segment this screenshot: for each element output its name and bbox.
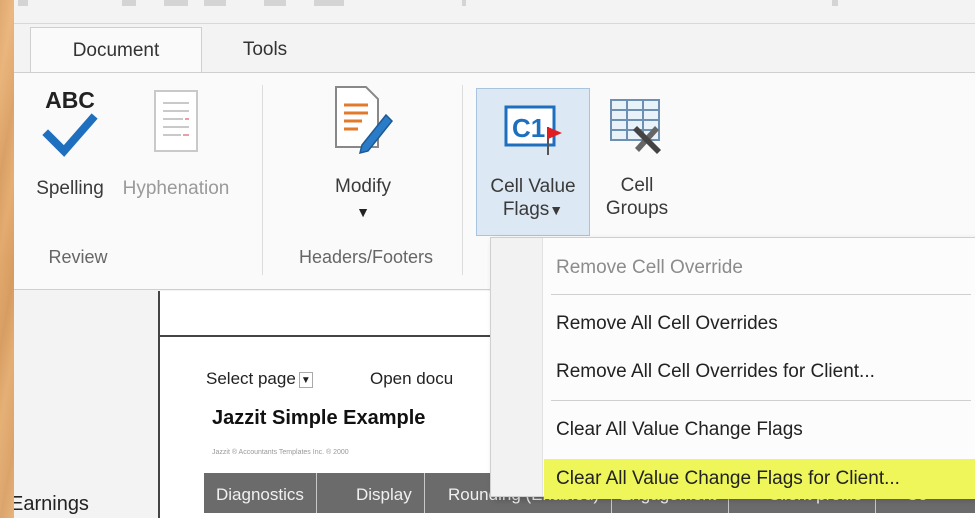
svg-text:C1: C1: [512, 113, 545, 143]
menu-icon-gutter: [491, 238, 543, 496]
select-page-dropdown[interactable]: Select page ▼: [206, 369, 313, 389]
spelling-button[interactable]: ABC Spelling: [20, 83, 120, 233]
quick-access-icon[interactable]: [164, 0, 188, 6]
earnings-label: Earnings: [14, 493, 89, 515]
quick-access-toolbar: [14, 0, 975, 24]
quick-access-icon[interactable]: [832, 0, 838, 6]
cell-value-flags-label-line2: Flags▼: [502, 199, 564, 220]
spelling-icon: ABC: [20, 83, 120, 165]
select-page-label: Select page: [206, 369, 296, 388]
application-window: Document Tools ABC Spelling Hyphenation …: [14, 0, 975, 518]
hyphenation-label: Hyphenation: [122, 178, 230, 199]
cell-value-flags-button[interactable]: C1 Cell Value Flags▼: [476, 88, 590, 236]
nav-item-diagnostics[interactable]: Diagnostics: [204, 473, 317, 513]
quick-access-icon[interactable]: [462, 0, 466, 6]
menu-item-remove-all-cell-overrides-for-client[interactable]: Remove All Cell Overrides for Client...: [544, 352, 975, 392]
menu-item-clear-all-value-change-flags[interactable]: Clear All Value Change Flags: [544, 410, 975, 450]
document-title: Jazzit Simple Example: [212, 407, 426, 429]
cell-groups-label-line1: Cell: [620, 175, 654, 196]
group-separator: [462, 85, 463, 275]
menu-item-clear-all-value-change-flags-for-client[interactable]: Clear All Value Change Flags for Client.…: [544, 459, 975, 499]
group-label-review: Review: [48, 247, 108, 267]
menu-separator: [551, 400, 971, 401]
copyright-text: Jazzit ® Accountants Templates Inc. ® 20…: [212, 449, 349, 456]
menu-item-remove-all-cell-overrides[interactable]: Remove All Cell Overrides: [544, 304, 975, 344]
cell-groups-label-line2: Groups: [605, 198, 669, 219]
quick-access-icon[interactable]: [204, 0, 226, 6]
cell-value-flags-label-line1: Cell Value: [490, 176, 576, 197]
tab-document[interactable]: Document: [30, 27, 202, 73]
quick-access-icon[interactable]: [264, 0, 286, 6]
nav-item-display[interactable]: Display: [344, 473, 425, 513]
quick-access-icon[interactable]: [314, 0, 344, 6]
spelling-icon-text: ABC: [45, 87, 95, 113]
spelling-label: Spelling: [36, 178, 104, 199]
chevron-down-icon: ▼: [356, 204, 370, 220]
menu-separator: [551, 294, 971, 295]
modify-button[interactable]: Modify ▼: [308, 83, 418, 233]
chevron-down-icon: ▼: [298, 371, 313, 388]
cell-groups-button[interactable]: Cell Groups: [592, 88, 682, 236]
cell-value-flag-icon: C1: [477, 89, 589, 169]
checkmark-icon: [42, 113, 98, 157]
hyphenation-button[interactable]: Hyphenation: [106, 83, 246, 233]
cell-value-flags-dropdown-menu: Remove Cell Override Remove All Cell Ove…: [490, 237, 975, 499]
group-separator: [262, 85, 263, 275]
open-document-link[interactable]: Open docu: [370, 369, 453, 389]
hyphenation-icon: [106, 83, 246, 165]
cell-groups-icon: [592, 88, 682, 168]
quick-access-icon[interactable]: [18, 0, 28, 6]
ribbon-tabs: Document Tools: [14, 27, 975, 73]
group-label-headers-footers: Headers/Footers: [298, 247, 434, 267]
quick-access-icon[interactable]: [122, 0, 136, 6]
modify-label: Modify: [335, 176, 391, 197]
modify-document-icon: [308, 83, 418, 165]
tab-tools[interactable]: Tools: [220, 27, 310, 73]
menu-item-remove-cell-override[interactable]: Remove Cell Override: [544, 248, 975, 288]
chevron-down-icon: ▼: [549, 202, 564, 218]
